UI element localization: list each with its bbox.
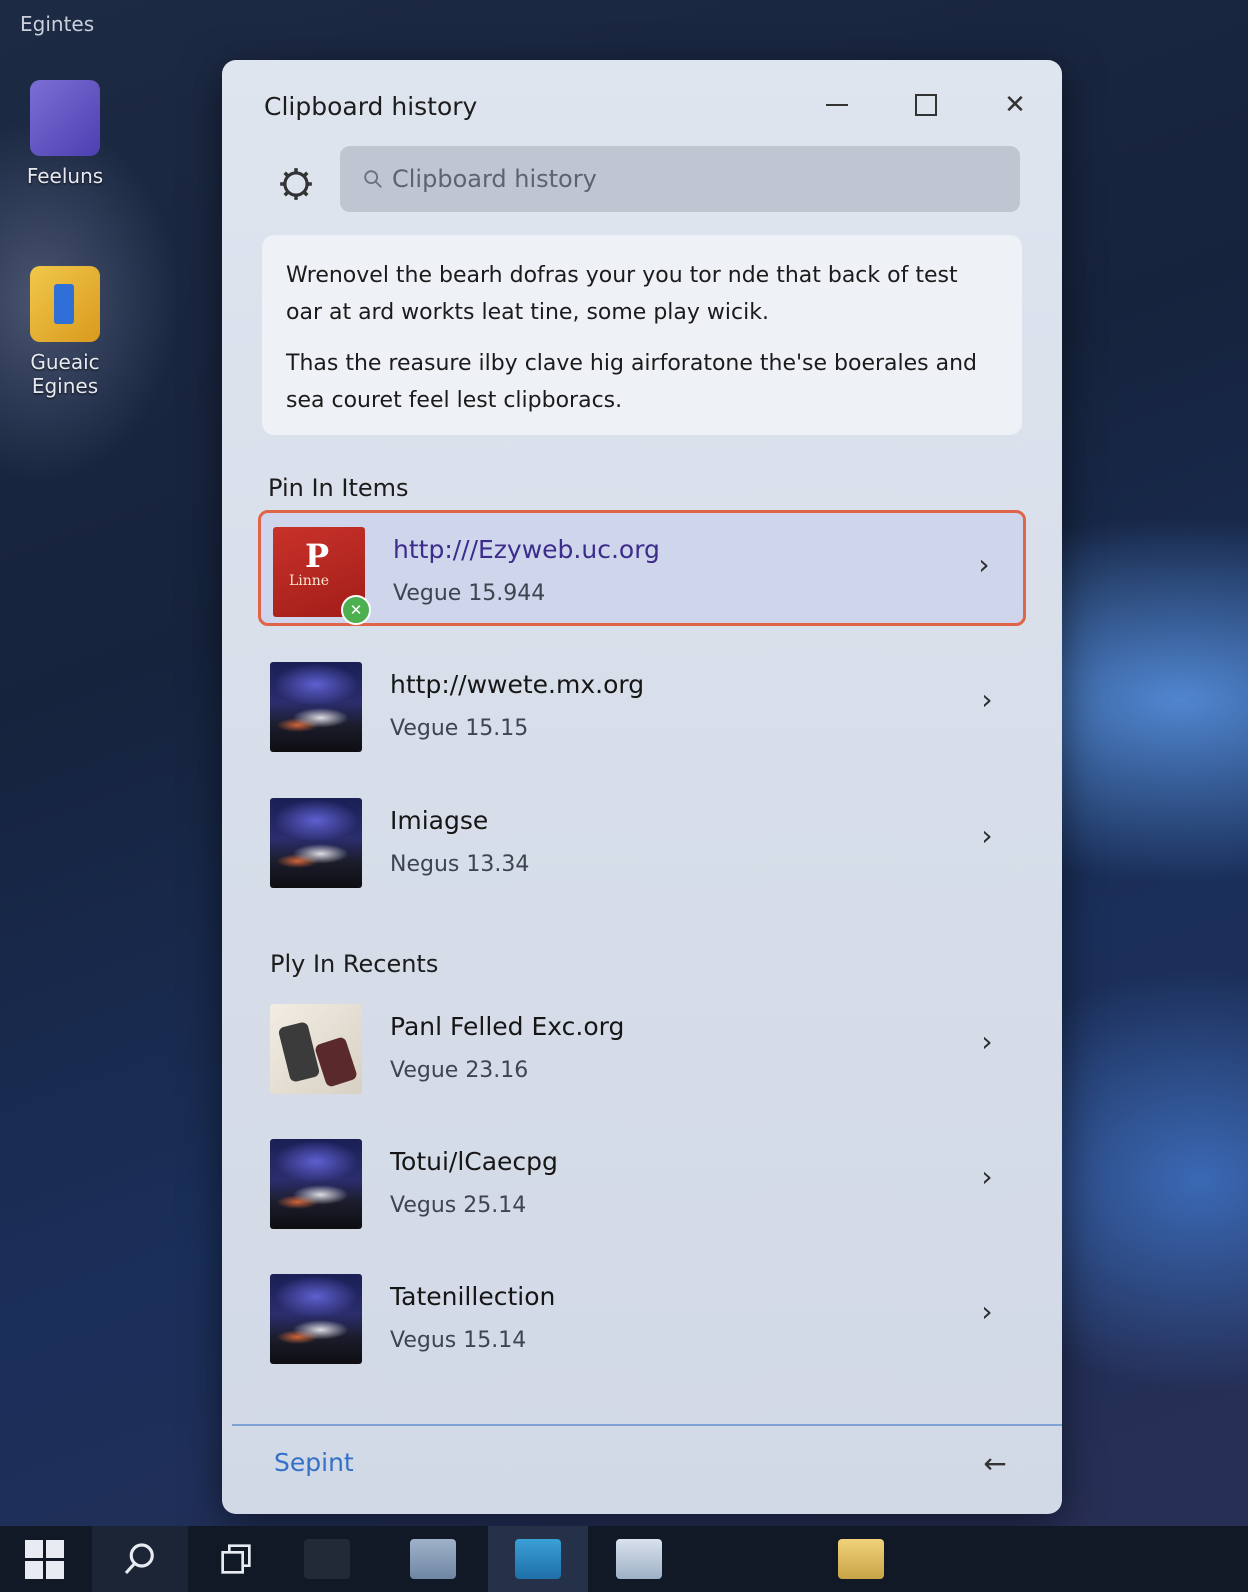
close-icon: ✕ <box>1004 90 1026 120</box>
minimize-icon <box>826 104 848 106</box>
pinned-section-heading: Pin In Items <box>268 474 409 502</box>
item-thumbnail <box>270 798 362 888</box>
footer-link[interactable]: Sepint <box>274 1448 354 1477</box>
item-title: Panl Felled Exc.org <box>390 1012 625 1041</box>
settings-button[interactable] <box>274 162 318 206</box>
task-view-button[interactable] <box>196 1526 276 1592</box>
chevron-right-icon[interactable]: › <box>970 1294 1004 1328</box>
search-icon <box>364 170 382 188</box>
recents-section-heading: Ply In Recents <box>270 950 439 978</box>
folder-icon <box>838 1539 884 1579</box>
info-paragraph: Thas the reasure ilby clave hig airforat… <box>286 351 977 413</box>
item-thumbnail <box>270 662 362 752</box>
thumb-caption: Linne <box>289 573 330 589</box>
item-subtitle: Negus 13.34 <box>390 852 530 877</box>
clipboard-item[interactable]: Tatenillection Vegus 15.14 › <box>258 1260 1026 1376</box>
item-title: http://wwete.mx.org <box>390 670 645 699</box>
item-title: Imiagse <box>390 806 489 835</box>
taskbar-app[interactable] <box>604 1526 674 1592</box>
folder-icon <box>30 266 100 342</box>
clipboard-item[interactable]: http://wwete.mx.org Vegue 15.15 › <box>258 648 1026 764</box>
app-icon <box>515 1539 561 1579</box>
item-thumbnail <box>270 1274 362 1364</box>
item-subtitle: Vegue 15.15 <box>390 716 529 741</box>
item-thumbnail <box>270 1139 362 1229</box>
taskbar-app-active[interactable] <box>488 1526 588 1592</box>
clipboard-item[interactable]: Imiagse Negus 13.34 › <box>258 784 1026 900</box>
clipboard-item[interactable]: Panl Felled Exc.org Vegue 23.16 › <box>258 990 1026 1106</box>
app-icon <box>616 1539 662 1579</box>
search-box[interactable] <box>340 146 1020 212</box>
item-title: http:///Ezyweb.uc.org <box>393 535 660 564</box>
info-card: Wrenovel the bearh dofras your you tor n… <box>262 235 1022 435</box>
desktop-icon-label: Gueaic Egines <box>30 350 100 398</box>
taskbar-app[interactable] <box>826 1526 896 1592</box>
chevron-right-icon[interactable]: › <box>970 1159 1004 1193</box>
app-icon <box>30 80 100 156</box>
taskbar-app[interactable] <box>292 1526 362 1592</box>
info-paragraph: Wrenovel the bearh dofras your you tor n… <box>286 263 958 325</box>
item-thumbnail <box>270 1004 362 1094</box>
desktop-icon-feeluns[interactable]: Feeluns <box>0 80 130 188</box>
item-title: Tatenillection <box>390 1282 556 1311</box>
minimize-button[interactable] <box>814 82 860 128</box>
desktop-icon-gueaic-egines[interactable]: Gueaic Egines <box>0 266 130 398</box>
chevron-right-icon[interactable]: › <box>970 818 1004 852</box>
chevron-right-icon[interactable]: › <box>967 547 1001 581</box>
maximize-icon <box>915 94 937 116</box>
close-button[interactable]: ✕ <box>992 82 1038 128</box>
clipboard-item[interactable]: P Linne ✕ http:///Ezyweb.uc.org Vegue 15… <box>258 510 1026 626</box>
clipboard-history-window: Clipboard history ✕ Wrenovel the bearh d… <box>222 60 1062 1514</box>
item-subtitle: Vegue 23.16 <box>390 1058 529 1083</box>
start-button[interactable] <box>0 1526 88 1592</box>
taskbar <box>0 1526 1248 1592</box>
chevron-right-icon[interactable]: › <box>970 1024 1004 1058</box>
app-icon <box>410 1539 456 1579</box>
app-icon <box>304 1539 350 1579</box>
title-bar: Clipboard history ✕ <box>222 60 1062 140</box>
gear-icon <box>280 168 312 200</box>
taskbar-app[interactable] <box>398 1526 468 1592</box>
thumb-letter: P <box>305 537 330 575</box>
item-subtitle: Vegus 15.14 <box>390 1328 527 1353</box>
desktop-icon-label: Feeluns <box>26 164 104 188</box>
window-title: Clipboard history <box>264 92 478 121</box>
back-arrow-icon[interactable]: ← <box>970 1438 1020 1488</box>
item-title: Totui/lCaecpg <box>390 1147 558 1176</box>
pin-badge-icon: ✕ <box>341 595 371 625</box>
maximize-button[interactable] <box>903 82 949 128</box>
footer-divider <box>232 1424 1062 1426</box>
desktop-top-label: Egintes <box>20 12 95 36</box>
item-subtitle: Vegue 15.944 <box>393 581 546 606</box>
taskbar-search-button[interactable] <box>92 1526 188 1592</box>
chevron-right-icon[interactable]: › <box>970 682 1004 716</box>
clipboard-item[interactable]: Totui/lCaecpg Vegus 25.14 › <box>258 1125 1026 1241</box>
task-view-icon <box>221 1544 251 1574</box>
search-input[interactable] <box>390 164 994 194</box>
search-icon <box>124 1543 154 1575</box>
item-subtitle: Vegus 25.14 <box>390 1193 527 1218</box>
windows-logo-icon <box>24 1539 64 1579</box>
